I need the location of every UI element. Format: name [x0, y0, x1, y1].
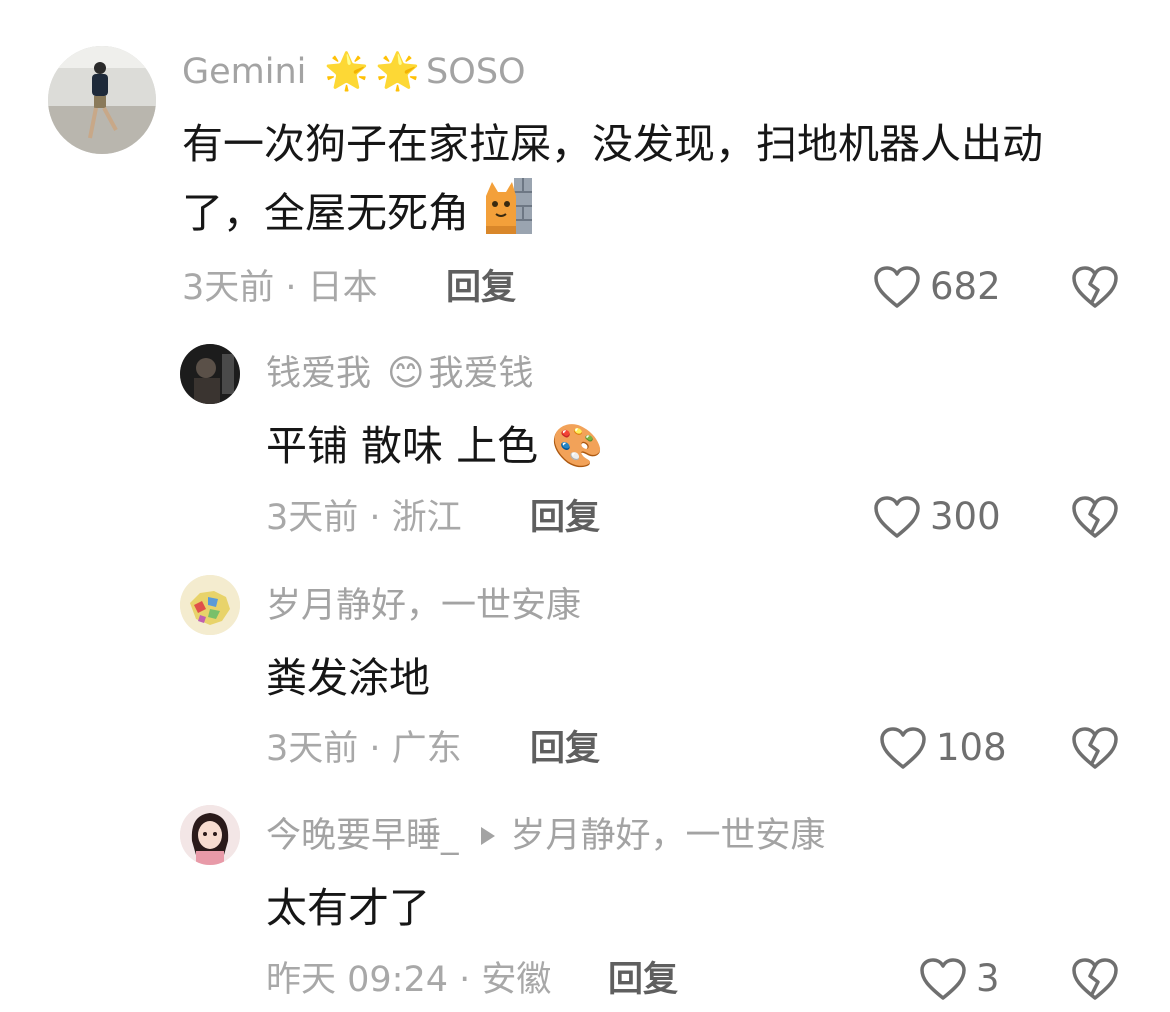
like-button[interactable]: 300: [872, 494, 1001, 540]
heart-icon: [874, 496, 920, 538]
comment-text: 粪发涂地: [266, 654, 430, 702]
author-name-suffix: SOSO: [426, 52, 526, 92]
comment-meta: 3天前 · 广东: [266, 729, 462, 769]
comment-author[interactable]: 钱爱我 😊 我爱钱: [266, 352, 534, 396]
avatar[interactable]: [180, 805, 240, 865]
reply-button[interactable]: 回复: [446, 266, 516, 310]
comment-meta: 3天前 · 日本: [182, 268, 378, 308]
comment-text-line: 有一次狗子在家拉屎，没发现，扫地机器人出动: [182, 120, 1043, 168]
author-name-suffix: 我爱钱: [428, 354, 534, 394]
comment-text: 平铺 散味 上色 🎨: [266, 421, 604, 470]
like-button[interactable]: 682: [872, 264, 1001, 310]
dislike-button[interactable]: [1070, 725, 1120, 775]
like-count: 3: [976, 957, 1000, 1000]
heart-icon: [874, 266, 920, 308]
comment-meta: 昨天 09:24 · 安徽: [266, 960, 552, 1000]
reply-button[interactable]: 回复: [530, 496, 600, 540]
comment-author[interactable]: 今晚要早睡_ 岁月静好，一世安康: [266, 814, 826, 858]
heart-icon: [880, 727, 926, 769]
avatar[interactable]: [180, 575, 240, 635]
reply-item: 今晚要早睡_ 岁月静好，一世安康 太有才了 昨天 09:24 · 安徽 回复 3: [0, 790, 1170, 1012]
reply-arrow-icon: [480, 827, 495, 845]
star-emoji: 🌟: [324, 51, 370, 92]
avatar[interactable]: [48, 46, 156, 154]
smiling-face-emoji: 😊: [387, 353, 425, 394]
comment-item: Gemini 🌟 🌟 SOSO 有一次狗子在家拉屎，没发现，扫地机器人出动 了，…: [0, 0, 1170, 330]
reply-button[interactable]: 回复: [530, 727, 600, 771]
comment-author[interactable]: Gemini 🌟 🌟 SOSO: [182, 50, 526, 94]
comment-text-line-2: 了，全屋无死角: [182, 178, 1043, 254]
cat-peeking-emoji: [482, 178, 534, 254]
author-name: 岁月静好，一世安康: [266, 586, 582, 626]
like-count: 108: [936, 726, 1007, 769]
like-count: 682: [930, 265, 1001, 308]
reply-to-name[interactable]: 岁月静好，一世安康: [511, 814, 826, 858]
dislike-button[interactable]: [1070, 264, 1120, 314]
comment-meta: 3天前 · 浙江: [266, 498, 462, 538]
dislike-button[interactable]: [1070, 494, 1120, 544]
broken-heart-icon: [1072, 727, 1118, 769]
author-name: Gemini: [182, 52, 307, 92]
heart-icon: [920, 958, 966, 1000]
star-emoji: 🌟: [375, 51, 421, 92]
like-button[interactable]: 3: [918, 956, 1000, 1002]
reply-item: 岁月静好，一世安康 粪发涂地 3天前 · 广东 回复 108: [0, 560, 1170, 790]
comment-text: 有一次狗子在家拉屎，没发现，扫地机器人出动 了，全屋无死角: [182, 110, 1043, 254]
comment-author[interactable]: 岁月静好，一世安康: [266, 584, 581, 628]
broken-heart-icon: [1072, 958, 1118, 1000]
author-name: 钱爱我: [266, 354, 372, 394]
broken-heart-icon: [1072, 496, 1118, 538]
like-button[interactable]: 108: [878, 725, 1007, 771]
dislike-button[interactable]: [1070, 956, 1120, 1006]
comment-text: 太有才了: [266, 884, 430, 932]
palette-emoji: 🎨: [551, 421, 604, 470]
reply-item: 钱爱我 😊 我爱钱 平铺 散味 上色 🎨 3天前 · 浙江 回复 300: [0, 330, 1170, 560]
avatar[interactable]: [180, 344, 240, 404]
broken-heart-icon: [1072, 266, 1118, 308]
like-count: 300: [930, 495, 1001, 538]
author-name: 今晚要早睡_: [266, 816, 459, 856]
reply-button[interactable]: 回复: [608, 958, 678, 1002]
